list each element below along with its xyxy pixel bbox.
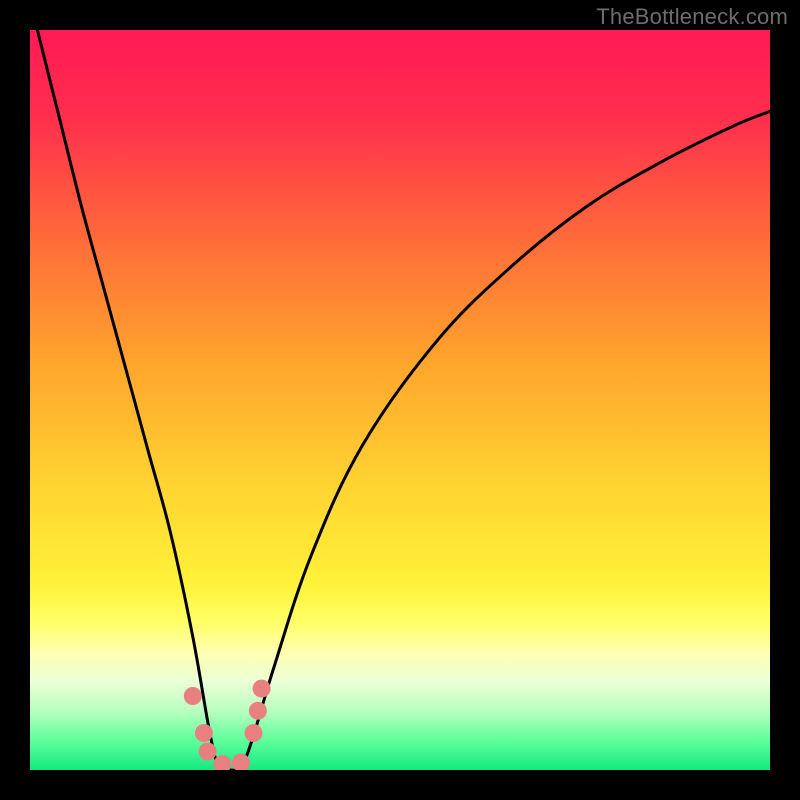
watermark-text: TheBottleneck.com xyxy=(596,4,788,30)
curve-marker xyxy=(184,687,202,705)
bottleneck-curve xyxy=(37,30,770,770)
curve-marker xyxy=(199,743,217,761)
curve-marker xyxy=(253,680,271,698)
curve-marker xyxy=(244,724,262,742)
plot-area xyxy=(30,30,770,770)
curve-marker xyxy=(249,702,267,720)
chart-frame: TheBottleneck.com xyxy=(0,0,800,800)
curve-layer xyxy=(30,30,770,770)
curve-marker xyxy=(195,724,213,742)
